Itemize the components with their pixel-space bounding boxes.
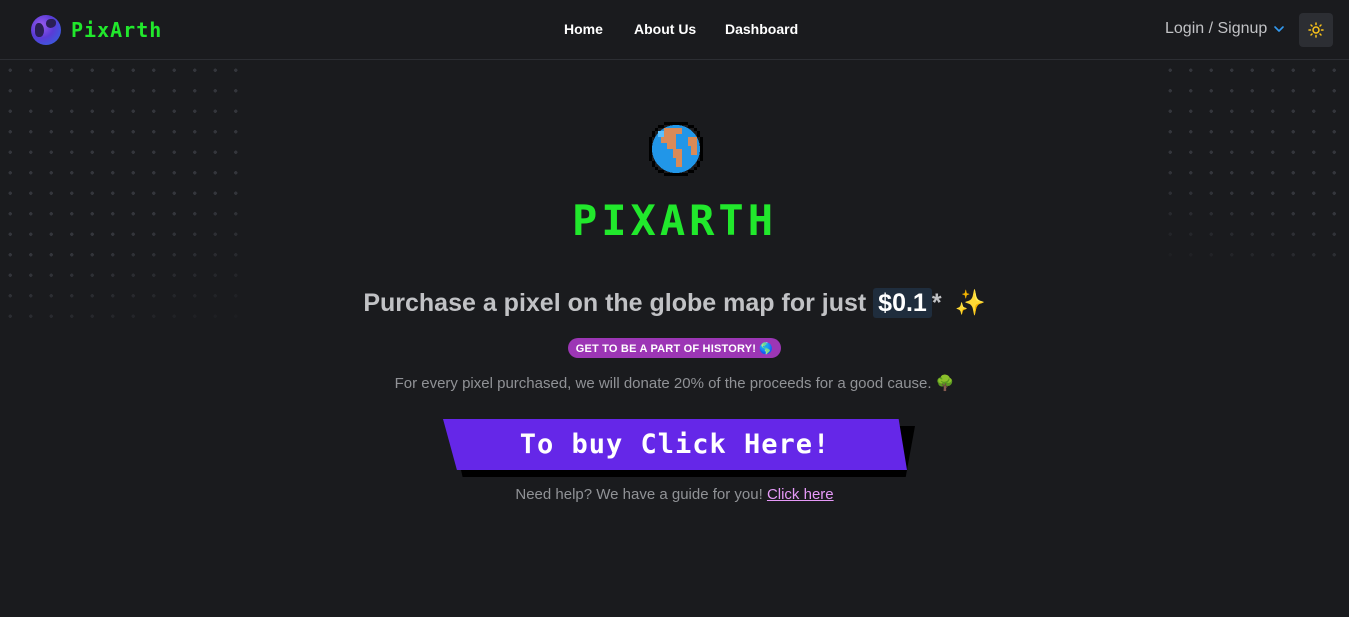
chevron-down-icon: [1274, 26, 1285, 32]
pixel-globe-icon: [649, 122, 703, 176]
main-nav: Home About Us Dashboard: [0, 21, 1349, 41]
history-badge: GET TO BE A PART OF HISTORY! 🌎: [568, 338, 781, 358]
login-signup-menu[interactable]: Login / Signup: [1165, 20, 1285, 38]
sparkles-icon: ✨: [954, 289, 986, 317]
help-line: Need help? We have a guide for you! Clic…: [0, 486, 1349, 503]
cta-container: To buy Click Here!: [443, 419, 915, 477]
headline-text: Purchase a pixel on the globe map for ju…: [363, 289, 867, 317]
nav-about-link[interactable]: About Us: [634, 21, 696, 37]
guide-link[interactable]: Click here: [767, 486, 834, 503]
price-asterisk: *: [931, 289, 942, 317]
buy-cta-button[interactable]: To buy Click Here!: [443, 419, 907, 470]
sun-icon: [1308, 22, 1324, 38]
donation-text: For every pixel purchased, we will donat…: [394, 375, 955, 392]
top-header: PixArth Home About Us Dashboard Login / …: [0, 0, 1349, 60]
nav-dashboard-link[interactable]: Dashboard: [725, 21, 798, 37]
hero-title: PIXARTH: [571, 196, 777, 245]
theme-toggle-button[interactable]: [1299, 13, 1333, 47]
login-signup-label: Login / Signup: [1165, 20, 1268, 37]
price-highlight: $0.1: [873, 288, 932, 318]
hero-headline: Purchase a pixel on the globe map for ju…: [0, 288, 1349, 318]
page: PixArth Home About Us Dashboard Login / …: [0, 0, 1349, 617]
nav-home-link[interactable]: Home: [564, 21, 603, 37]
help-text: Need help? We have a guide for you!: [515, 486, 763, 503]
